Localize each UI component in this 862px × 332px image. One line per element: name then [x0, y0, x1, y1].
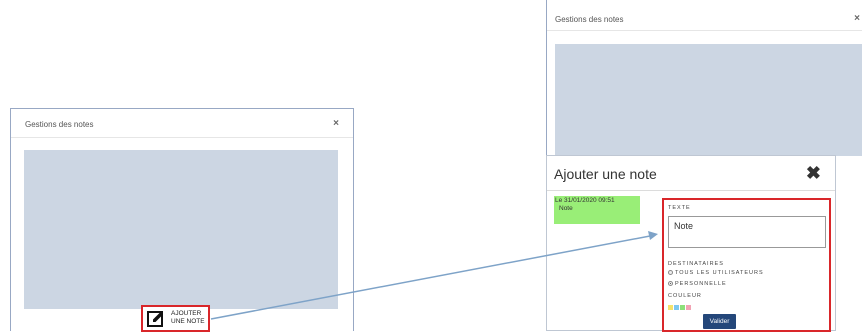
connector-arrow: [210, 231, 658, 320]
